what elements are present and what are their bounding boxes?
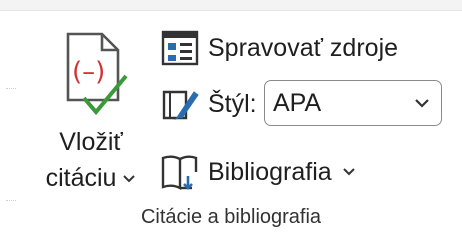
insert-citation-label-line2: citáciu xyxy=(32,164,150,193)
ribbon-top-strip xyxy=(0,0,462,11)
insert-citation-label-line2-text: citáciu xyxy=(45,164,117,192)
style-brush-icon xyxy=(162,90,199,120)
bibliography-button[interactable]: Bibliografia xyxy=(158,150,356,194)
style-select[interactable]: APA xyxy=(264,80,442,126)
left-dots-separator xyxy=(6,200,16,203)
manage-sources-icon xyxy=(161,30,199,66)
chevron-down-icon xyxy=(123,175,136,183)
chevron-down-icon xyxy=(342,168,355,176)
ribbon-group-label: Citácie a bibliografia xyxy=(140,206,322,228)
insert-citation-button[interactable]: (–) Vložiť citáciu xyxy=(32,18,150,193)
manage-sources-button[interactable]: Spravovať zdroje xyxy=(158,26,398,70)
insert-citation-label-line1: Vložiť xyxy=(59,128,123,156)
citation-icon: (–) xyxy=(66,32,128,116)
style-field: Štýl: xyxy=(158,82,257,126)
bibliography-icon xyxy=(161,155,198,190)
svg-text:(–): (–) xyxy=(72,57,105,87)
style-value: APA xyxy=(273,88,322,117)
bibliography-label: Bibliografia xyxy=(208,157,332,186)
manage-sources-label: Spravovať zdroje xyxy=(208,33,399,62)
left-dots-separator xyxy=(6,88,16,91)
chevron-down-icon xyxy=(415,99,429,108)
style-label: Štýl: xyxy=(208,89,257,118)
